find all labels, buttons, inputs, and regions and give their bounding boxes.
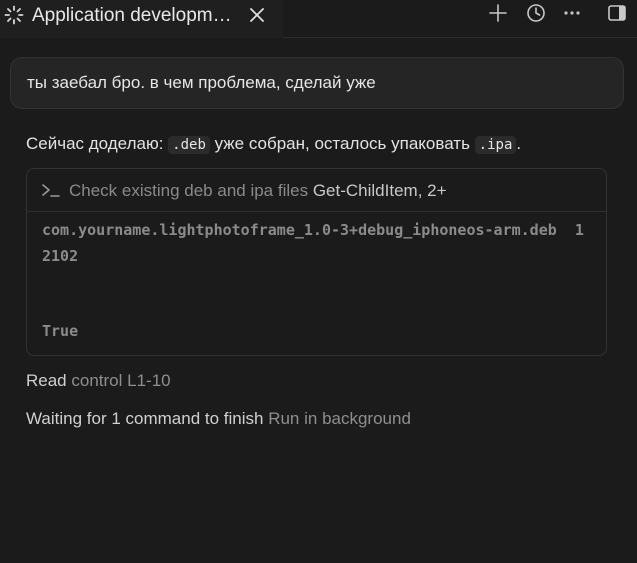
inline-code-deb: .deb — [168, 136, 210, 154]
history-icon[interactable] — [526, 3, 546, 23]
waiting-step: Waiting for 1 command to finish Run in b… — [26, 409, 411, 429]
panel-toggle-icon[interactable] — [607, 3, 627, 23]
assistant-message-suffix: . — [516, 134, 522, 153]
command-name: Get-ChildItem, 2+ — [312, 181, 447, 200]
close-icon[interactable] — [247, 5, 267, 25]
user-message-bubble[interactable]: ты заебал бро. в чем проблема, сделай уж… — [10, 57, 624, 109]
waiting-step-text: Waiting for 1 command to finish — [26, 409, 264, 428]
read-step-target: control L1-10 — [71, 371, 171, 390]
inline-code-ipa: .ipa — [474, 136, 517, 154]
read-step[interactable]: Read control L1-10 — [26, 371, 171, 391]
tab-application-development[interactable]: Application developm… — [0, 0, 283, 38]
terminal-prompt-icon — [42, 184, 60, 197]
spinner-icon — [4, 5, 24, 25]
command-block: Check existing deb and ipa files Get-Chi… — [26, 168, 607, 356]
run-in-background-button[interactable]: Run in background — [268, 409, 411, 428]
more-icon[interactable] — [562, 3, 582, 23]
command-output-result: True — [42, 322, 79, 340]
assistant-message: Сейчас доделаю: .deb уже собран, осталос… — [26, 134, 521, 154]
command-title: Check existing deb and ipa files Get-Chi… — [69, 181, 447, 201]
tab-title: Application developm… — [32, 5, 232, 26]
plus-icon[interactable] — [488, 3, 508, 23]
command-output-line: com.yourname.lightphotoframe_1.0-3+debug… — [42, 221, 584, 265]
assistant-message-middle: уже собран, осталось упаковать — [214, 134, 470, 153]
command-description: Check existing deb and ipa files — [69, 181, 309, 200]
assistant-message-prefix: Сейчас доделаю: — [26, 134, 164, 153]
command-header[interactable]: Check existing deb and ipa files Get-Chi… — [27, 169, 606, 212]
user-message-text: ты заебал бро. в чем проблема, сделай уж… — [27, 73, 376, 92]
tab-bar: Application developm… — [0, 0, 637, 38]
read-step-verb: Read — [26, 371, 67, 390]
